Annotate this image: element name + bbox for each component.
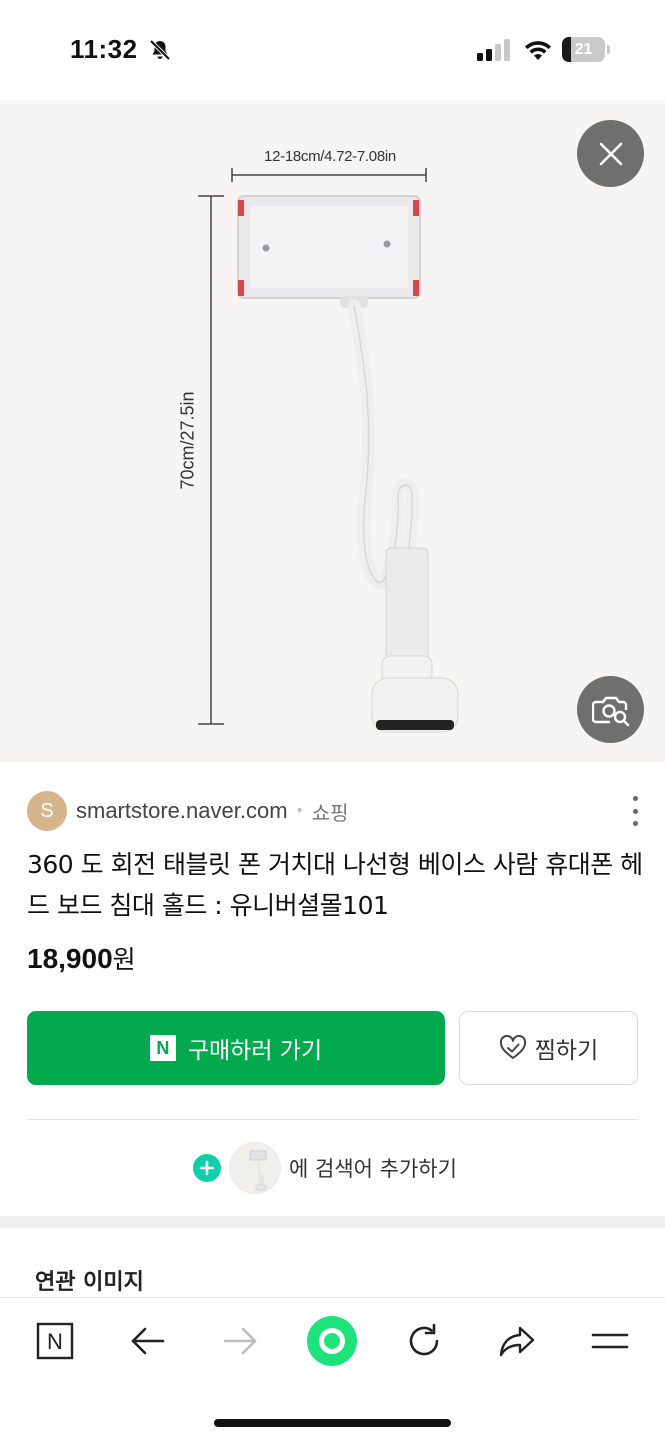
cellular-signal-icon <box>477 39 510 61</box>
green-dot-icon <box>307 1316 357 1366</box>
bottom-toolbar: N <box>0 1297 665 1440</box>
naver-home-button[interactable]: N <box>27 1316 83 1366</box>
price-value: 18,900 <box>27 943 113 974</box>
refresh-button[interactable] <box>396 1316 452 1366</box>
save-button[interactable]: 찜하기 <box>459 1011 638 1085</box>
naver-n-icon: N <box>149 1035 176 1061</box>
source-domain[interactable]: smartstore.naver.com <box>76 798 288 824</box>
save-button-label: 찜하기 <box>534 1038 599 1064</box>
forward-button[interactable] <box>212 1316 268 1366</box>
close-icon <box>599 142 622 165</box>
home-logo-text: N <box>47 1329 63 1354</box>
add-to-search-button[interactable]: 에 검색어 추가하기 <box>193 1140 457 1196</box>
battery-icon: 21 <box>562 37 610 62</box>
menu-icon <box>591 1333 629 1349</box>
image-search-button[interactable] <box>577 676 644 743</box>
search-thumbnail <box>229 1142 281 1194</box>
wifi-icon <box>525 41 551 60</box>
menu-button[interactable] <box>582 1316 638 1366</box>
back-arrow-icon <box>131 1327 165 1355</box>
product-image <box>198 168 459 733</box>
bell-slash-icon <box>149 39 171 61</box>
close-button[interactable] <box>577 120 644 187</box>
source-row[interactable]: S smartstore.naver.com • 쇼핑 <box>27 790 643 832</box>
share-button[interactable] <box>489 1316 545 1366</box>
more-icon-dot <box>632 821 638 826</box>
back-button[interactable] <box>120 1316 176 1366</box>
more-options-button[interactable] <box>627 796 643 826</box>
refresh-icon <box>409 1323 439 1356</box>
source-category: 쇼핑 <box>311 800 349 825</box>
more-icon-dot <box>632 796 638 801</box>
price-unit: 원 <box>112 945 136 974</box>
status-time: 11:32 <box>70 34 138 64</box>
image-search-icon <box>591 696 629 726</box>
status-bar: 11:32 21 <box>0 0 665 100</box>
source-separator: • <box>295 803 304 819</box>
naver-home-icon: N <box>36 1322 74 1360</box>
buy-button-label: 구매하러 가기 <box>187 1038 323 1064</box>
related-images-title: 연관 이미지 <box>35 1270 144 1295</box>
buy-button[interactable]: N 구매하러 가기 <box>27 1011 445 1085</box>
forward-arrow-icon <box>223 1327 257 1355</box>
divider <box>27 1119 638 1120</box>
image-viewer: 12-18cm/4.72-7.08in 70cm/27.5in <box>0 100 665 762</box>
source-avatar: S <box>27 791 67 831</box>
add-search-label: 에 검색어 추가하기 <box>289 1157 457 1181</box>
battery-level: 21 <box>574 41 593 58</box>
plus-icon <box>193 1154 221 1182</box>
green-dot-button[interactable] <box>302 1311 362 1371</box>
more-icon-dot <box>632 808 638 814</box>
heart-check-icon <box>499 1035 526 1059</box>
product-price: 18,900원 <box>27 940 136 976</box>
section-divider <box>0 1216 665 1228</box>
home-indicator <box>214 1419 451 1427</box>
dimension-width-label: 12-18cm/4.72-7.08in <box>264 148 396 165</box>
dimension-height-label: 70cm/27.5in <box>177 391 198 490</box>
product-title[interactable]: 360 도 회전 태블릿 폰 거치대 나선형 베이스 사람 휴대폰 헤드 보드 … <box>27 844 647 926</box>
share-icon <box>499 1326 535 1357</box>
